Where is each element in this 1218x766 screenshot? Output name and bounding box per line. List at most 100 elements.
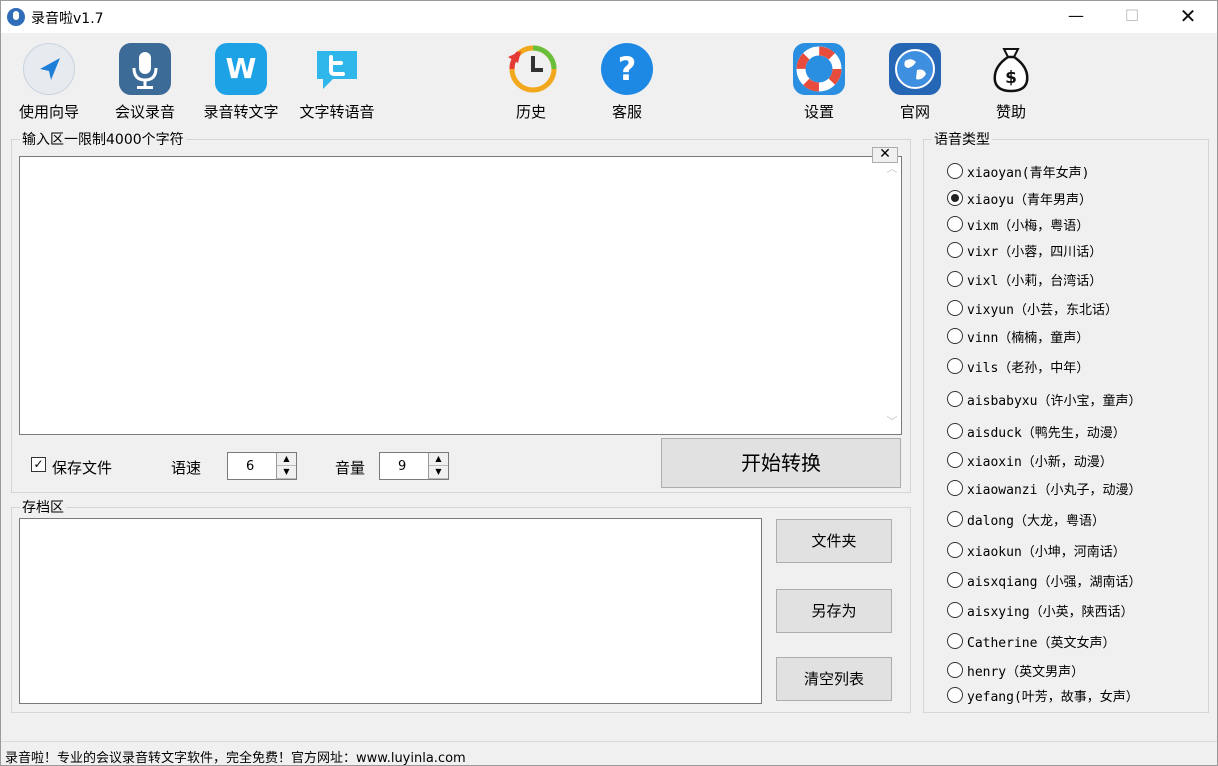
toolbar-speech-to-text-button[interactable]: W 录音转文字 — [193, 41, 289, 123]
clear-list-button[interactable]: 清空列表 — [776, 657, 892, 701]
voice-option-label[interactable]: xiaoyu（青年男声） — [967, 189, 1092, 208]
voice-option-label[interactable]: vixm（小梅，粤语） — [967, 215, 1089, 234]
volume-label: 音量 — [335, 459, 366, 477]
voice-radio-button[interactable] — [947, 358, 963, 374]
money-bag-icon: $ — [985, 43, 1037, 95]
start-convert-button[interactable]: 开始转换 — [661, 438, 901, 488]
voice-option-label[interactable]: yefang(叶芳，故事，女声） — [967, 686, 1139, 705]
input-area-legend: 输入区一限制4000个字符 — [22, 132, 184, 148]
toolbar-speech-to-text-label: 录音转文字 — [203, 103, 279, 121]
app-logo-icon — [7, 8, 25, 26]
voice-radio-button[interactable] — [947, 602, 963, 618]
speed-decrease-icon[interactable]: ▼ — [277, 466, 296, 479]
voice-option-label[interactable]: vixl（小莉，台湾话） — [967, 270, 1102, 289]
voice-radio-button[interactable] — [947, 271, 963, 287]
voice-option-label[interactable]: xiaoxin（小新，动漫） — [967, 451, 1113, 470]
toolbar-meeting-button[interactable]: 会议录音 — [97, 41, 193, 123]
toolbar-meeting-label: 会议录音 — [114, 103, 175, 121]
voice-option-label[interactable]: xiaokun（小坤，河南话） — [967, 541, 1126, 560]
archive-list[interactable] — [19, 518, 762, 704]
history-clock-icon — [505, 43, 557, 95]
navigation-arrow-icon — [23, 43, 75, 95]
voice-radio-button[interactable] — [947, 511, 963, 527]
maximize-button[interactable]: ☐ — [1109, 1, 1155, 33]
globe-icon — [889, 43, 941, 95]
scroll-down-arrow-icon[interactable]: ﹀ — [883, 414, 901, 430]
voice-option-label[interactable]: dalong（大龙，粤语） — [967, 510, 1105, 529]
help-question-icon: ? — [601, 43, 653, 95]
window-title: 录音啦v1.7 — [31, 11, 104, 27]
toolbar-website-label: 官网 — [899, 103, 930, 121]
close-button[interactable]: ✕ — [1165, 1, 1211, 33]
volume-value[interactable]: 9 — [398, 459, 406, 474]
speed-label: 语速 — [171, 459, 202, 477]
voice-radio-button[interactable] — [947, 542, 963, 558]
voice-option-label[interactable]: xiaoyan(青年女声) — [967, 162, 1089, 181]
voice-option-label[interactable]: aisxqiang（小强，湖南话） — [967, 571, 1141, 590]
voice-radio-button[interactable] — [947, 480, 963, 496]
voice-radio-button[interactable] — [947, 687, 963, 703]
voice-radio-button[interactable] — [947, 572, 963, 588]
toolbar-guide-button[interactable]: 使用向导 — [1, 41, 97, 123]
toolbar-donate-button[interactable]: $ 赞助 — [963, 41, 1059, 123]
clear-input-button[interactable]: ✕ — [872, 147, 898, 163]
microphone-icon — [119, 43, 171, 95]
voice-radio-button[interactable] — [947, 662, 963, 678]
voice-option-label[interactable]: vinn（楠楠，童声） — [967, 327, 1089, 346]
toolbar-support-label: 客服 — [611, 103, 642, 121]
voice-radio-button[interactable] — [947, 163, 963, 179]
voice-option-label[interactable]: vils（老孙，中年） — [967, 357, 1089, 376]
voice-radio-button[interactable] — [947, 242, 963, 258]
toolbar-settings-label: 设置 — [803, 103, 834, 121]
voice-option-label[interactable]: vixyun（小芸，东北话） — [967, 299, 1118, 318]
archive-area-legend: 存档区 — [22, 500, 64, 516]
voice-option-label[interactable]: xiaowanzi（小丸子，动漫） — [967, 479, 1141, 498]
save-as-button[interactable]: 另存为 — [776, 589, 892, 633]
toolbar-text-to-speech-label: 文字转语音 — [299, 103, 375, 121]
toolbar-history-button[interactable]: 历史 — [483, 41, 579, 123]
status-text: 录音啦！专业的会议录音转文字软件，完全免费！官方网址：www.luyinla.c… — [5, 751, 466, 766]
toolbar-history-label: 历史 — [515, 103, 546, 121]
toolbar-settings-button[interactable]: 设置 — [771, 41, 867, 123]
voice-option-label[interactable]: aisxying（小英，陕西话） — [967, 601, 1134, 620]
voice-radio-button[interactable] — [947, 190, 963, 206]
volume-spinner[interactable]: 9 ▲ ▼ — [379, 452, 449, 480]
toolbar-support-button[interactable]: ? 客服 — [579, 41, 675, 123]
save-file-checkbox[interactable]: ✓ — [31, 457, 46, 472]
toolbar-website-button[interactable]: 官网 — [867, 41, 963, 123]
voice-option-label[interactable]: vixr（小蓉，四川话） — [967, 241, 1102, 260]
speed-spinner[interactable]: 6 ▲ ▼ — [227, 452, 297, 480]
volume-increase-icon[interactable]: ▲ — [429, 453, 448, 466]
toolbar-text-to-speech-button[interactable]: 文字转语音 — [289, 41, 385, 123]
voice-option-label[interactable]: aisduck（鸭先生，动漫） — [967, 422, 1126, 441]
voice-radio-button[interactable] — [947, 300, 963, 316]
save-file-label: 保存文件 — [52, 459, 113, 477]
voice-option-label[interactable]: aisbabyxu（许小宝，童声） — [967, 390, 1141, 409]
status-bar: 录音啦！专业的会议录音转文字软件，完全免费！官方网址：www.luyinla.c… — [1, 741, 1217, 766]
bird-speech-icon — [311, 43, 363, 95]
voice-radio-button[interactable] — [947, 391, 963, 407]
app-window: 录音啦v1.7 — ☐ ✕ 使用向导 会议录音 W 录音转文字 文字转语音 历史… — [0, 0, 1218, 766]
input-scrollbar[interactable]: ︿ ﹀ — [883, 157, 901, 434]
voice-radio-button[interactable] — [947, 633, 963, 649]
voice-radio-button[interactable] — [947, 452, 963, 468]
folder-button[interactable]: 文件夹 — [776, 519, 892, 563]
word-document-icon: W — [215, 43, 267, 95]
voice-radio-button[interactable] — [947, 328, 963, 344]
speed-value[interactable]: 6 — [246, 459, 254, 474]
voice-radio-button[interactable] — [947, 216, 963, 232]
svg-text:$: $ — [1005, 68, 1017, 88]
volume-decrease-icon[interactable]: ▼ — [429, 466, 448, 479]
voice-option-label[interactable]: henry（英文男声） — [967, 661, 1084, 680]
voice-type-legend: 语音类型 — [934, 132, 990, 148]
title-bar: 录音啦v1.7 — ☐ ✕ — [1, 1, 1217, 33]
voice-radio-button[interactable] — [947, 423, 963, 439]
scroll-up-arrow-icon[interactable]: ︿ — [883, 161, 901, 177]
toolbar-guide-label: 使用向导 — [18, 103, 79, 121]
voice-option-label[interactable]: Catherine（英文女声） — [967, 632, 1115, 651]
lifebuoy-icon — [793, 43, 845, 95]
toolbar-donate-label: 赞助 — [995, 103, 1026, 121]
text-input-area[interactable]: ︿ ﹀ — [19, 156, 902, 435]
minimize-button[interactable]: — — [1053, 1, 1099, 33]
speed-increase-icon[interactable]: ▲ — [277, 453, 296, 466]
